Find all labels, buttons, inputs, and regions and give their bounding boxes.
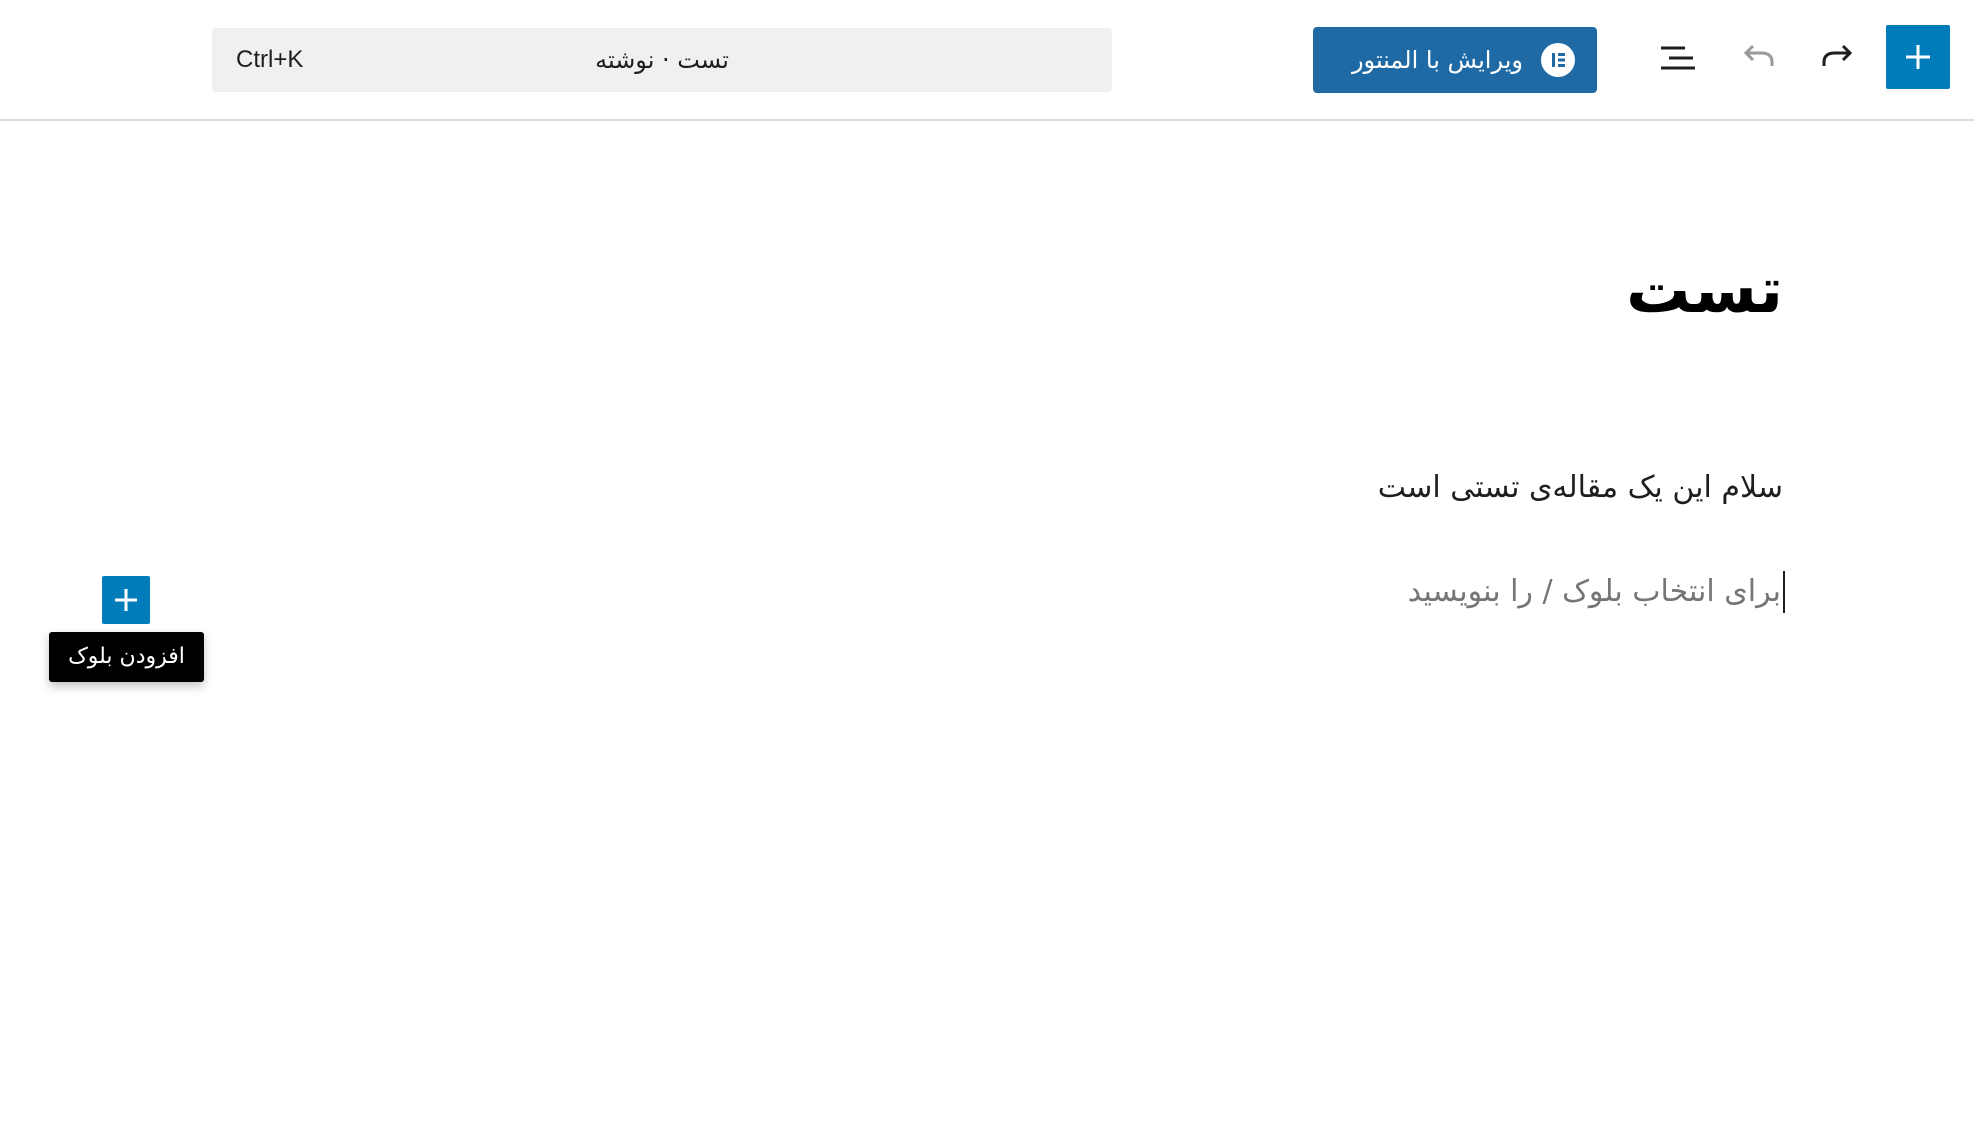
paragraph-block[interactable]: سلام این یک مقاله‌ی تستی است <box>1378 467 1783 509</box>
elementor-icon <box>1541 43 1575 77</box>
redo-icon <box>1822 44 1853 66</box>
undo-button[interactable] <box>1730 30 1786 86</box>
document-overview-button[interactable] <box>1650 30 1706 86</box>
list-view-icon <box>1661 46 1695 70</box>
document-title-command-bar[interactable]: تست · نوشته Ctrl+K <box>212 28 1112 92</box>
edit-with-elementor-button[interactable]: ویرایش با المنتور <box>1313 27 1597 93</box>
add-block-button[interactable] <box>102 576 150 624</box>
undo-icon <box>1743 44 1774 66</box>
document-title: تست · نوشته <box>595 46 729 74</box>
edit-with-elementor-label: ویرایش با المنتور <box>1351 46 1523 74</box>
keyboard-shortcut-hint: Ctrl+K <box>236 46 304 73</box>
redo-button[interactable] <box>1810 30 1866 86</box>
plus-icon <box>115 589 137 611</box>
editor-header-toolbar: ویرایش با المنتور تست · نوشته Ctrl+K <box>0 0 1974 121</box>
block-inserter-button[interactable] <box>1886 25 1950 89</box>
post-title[interactable]: تست <box>1626 253 1783 330</box>
add-block-tooltip: افزودن بلوک <box>49 632 204 682</box>
empty-block-placeholder[interactable]: برای انتخاب بلوک / را بنویسید <box>1408 571 1785 613</box>
editor-canvas: تست سلام این یک مقاله‌ی تستی است برای ان… <box>0 123 1974 1122</box>
plus-icon <box>1906 45 1930 69</box>
